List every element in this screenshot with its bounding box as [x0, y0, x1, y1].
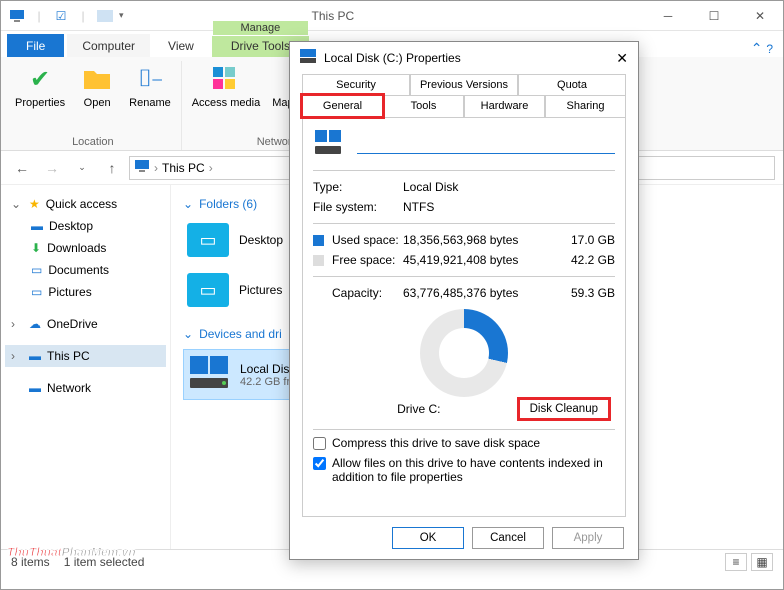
pc-icon: ▬ — [29, 349, 41, 363]
type-value: Local Disk — [403, 180, 458, 194]
close-button[interactable]: ✕ — [737, 1, 783, 31]
forward-button[interactable]: → — [39, 155, 65, 181]
back-button[interactable]: ← — [9, 155, 35, 181]
usage-donut-chart — [420, 309, 508, 397]
free-gb: 42.2 GB — [555, 253, 615, 267]
dialog-title: Local Disk (C:) Properties — [324, 51, 461, 65]
tab-previous-versions[interactable]: Previous Versions — [410, 74, 518, 95]
picture-icon: ▭ — [31, 285, 42, 299]
index-checkbox[interactable]: Allow files on this drive to have conten… — [313, 456, 615, 484]
breadcrumb-root[interactable]: This PC — [162, 161, 205, 175]
properties-button[interactable]: ✔Properties — [11, 61, 69, 111]
type-label: Type: — [313, 180, 403, 194]
fs-value: NTFS — [403, 200, 434, 214]
document-icon: ▭ — [31, 263, 42, 277]
open-button[interactable]: Open — [73, 61, 121, 111]
tab-quota[interactable]: Quota — [518, 74, 626, 95]
compress-checkbox[interactable]: Compress this drive to save disk space — [313, 436, 615, 450]
sidebar-pictures[interactable]: ▭Pictures — [5, 281, 166, 303]
cancel-button[interactable]: Cancel — [472, 527, 544, 549]
checkmark-icon: ✔ — [24, 63, 56, 95]
pc-icon — [9, 8, 25, 24]
tab-general[interactable]: General — [302, 95, 383, 117]
free-swatch — [313, 255, 324, 266]
cloud-icon: ☁ — [29, 317, 41, 331]
view-details-button[interactable]: ≡ — [725, 553, 747, 571]
capacity-label: Capacity: — [313, 286, 403, 300]
tab-hardware[interactable]: Hardware — [464, 95, 545, 117]
tab-sharing[interactable]: Sharing — [545, 95, 626, 117]
disk-cleanup-button[interactable]: Disk Cleanup — [519, 399, 609, 419]
history-dropdown[interactable]: ⌄ — [69, 155, 95, 181]
titlebar: | ☑ | ▾ This PC ─ ☐ ✕ — [1, 1, 783, 31]
free-label: Free space: — [332, 253, 395, 267]
tab-security[interactable]: Security — [302, 74, 410, 95]
watermark: ThuThuatPhanMem.vn — [7, 532, 136, 563]
star-icon: ★ — [29, 197, 40, 211]
used-gb: 17.0 GB — [555, 233, 615, 247]
qat-dropdown-icon[interactable]: ▾ — [119, 10, 124, 21]
download-icon: ⬇ — [31, 241, 41, 255]
group-location-label: Location — [72, 134, 114, 150]
window-title: This PC — [312, 9, 355, 23]
view-large-button[interactable]: ▦ — [751, 553, 773, 571]
rename-icon: ⌷⎯ — [134, 63, 166, 95]
rename-button[interactable]: ⌷⎯Rename — [125, 61, 175, 111]
chevron-down-icon: ⌄ — [183, 327, 193, 341]
apply-button[interactable]: Apply — [552, 527, 624, 549]
tab-file[interactable]: File — [7, 34, 64, 57]
sidebar-onedrive[interactable]: ›☁OneDrive — [5, 313, 166, 335]
media-icon — [210, 63, 242, 95]
dialog-close-button[interactable]: ✕ — [616, 50, 628, 67]
used-swatch — [313, 235, 324, 246]
sidebar-quick-access[interactable]: ⌄★Quick access — [5, 193, 166, 215]
capacity-bytes: 63,776,485,376 bytes — [403, 286, 555, 300]
sidebar-this-pc[interactable]: ›▬This PC — [5, 345, 166, 367]
sidebar-downloads[interactable]: ⬇Downloads — [5, 237, 166, 259]
sidebar-desktop[interactable]: ▬Desktop — [5, 215, 166, 237]
free-bytes: 45,419,921,408 bytes — [403, 253, 555, 267]
desktop-folder-icon: ▭ — [187, 223, 229, 257]
qat-sep: | — [31, 8, 47, 24]
drive-large-icon — [313, 128, 345, 160]
disk-icon — [300, 49, 316, 68]
disk-icon — [188, 354, 230, 395]
sidebar: ⌄★Quick access ▬Desktop ⬇Downloads ▭Docu… — [1, 185, 171, 549]
minimize-button[interactable]: ─ — [645, 1, 691, 31]
capacity-gb: 59.3 GB — [555, 286, 615, 300]
tab-computer[interactable]: Computer — [67, 34, 150, 57]
network-icon: ▬ — [29, 381, 41, 395]
pc-icon — [134, 159, 150, 176]
tab-tools[interactable]: Tools — [383, 95, 464, 117]
desktop-icon: ▬ — [31, 219, 43, 233]
chevron-down-icon: ⌄ — [183, 197, 193, 211]
ok-button[interactable]: OK — [392, 527, 464, 549]
fs-label: File system: — [313, 200, 403, 214]
pictures-folder-icon: ▭ — [187, 273, 229, 307]
access-media-button[interactable]: Access media — [188, 61, 264, 111]
up-button[interactable]: ↑ — [99, 155, 125, 181]
folder-icon[interactable] — [97, 8, 113, 24]
drive-name-field[interactable] — [357, 134, 615, 154]
qat-sep2: | — [75, 8, 91, 24]
properties-dialog: Local Disk (C:) Properties ✕ Security Pr… — [289, 41, 639, 560]
sidebar-documents[interactable]: ▭Documents — [5, 259, 166, 281]
qat-props-icon[interactable]: ☑ — [53, 8, 69, 24]
used-bytes: 18,356,563,968 bytes — [403, 233, 555, 247]
folder-open-icon — [81, 63, 113, 95]
tab-view[interactable]: View — [153, 34, 209, 57]
help-icon[interactable]: ⌃ ? — [751, 40, 773, 57]
sidebar-network[interactable]: ▬Network — [5, 377, 166, 399]
drive-c-label: Drive C: — [397, 402, 440, 416]
maximize-button[interactable]: ☐ — [691, 1, 737, 31]
used-label: Used space: — [332, 233, 399, 247]
